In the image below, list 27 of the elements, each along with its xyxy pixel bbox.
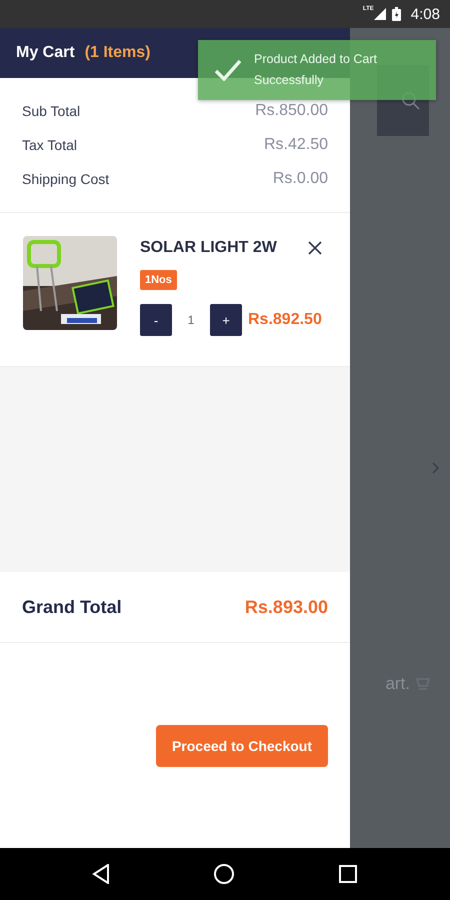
- clock-time: 4:08: [410, 6, 440, 22]
- increase-button[interactable]: +: [210, 304, 242, 336]
- item-price: Rs.892.50: [248, 311, 322, 329]
- close-icon: [308, 241, 322, 255]
- chevron-right-icon: [432, 462, 440, 474]
- cart-title: My Cart: [16, 44, 75, 62]
- remove-button[interactable]: [308, 241, 322, 255]
- unit-badge: 1Nos: [140, 270, 177, 290]
- toast-message: Product Added to Cart Successfully: [254, 51, 378, 89]
- back-icon: [92, 864, 110, 884]
- summary-label: Sub Total: [22, 103, 80, 119]
- summary-value: Rs.0.00: [272, 170, 328, 188]
- home-icon: [212, 863, 235, 885]
- grand-total-value: Rs.893.00: [244, 596, 328, 618]
- battery-icon: [392, 7, 401, 21]
- decrease-button[interactable]: -: [140, 304, 172, 336]
- signal-icon: [374, 8, 386, 20]
- summary-value: Rs.42.50: [264, 136, 328, 154]
- product-name: SOLAR LIGHT 2W: [140, 239, 277, 257]
- quantity-value: 1: [186, 313, 196, 327]
- check-icon: [214, 59, 242, 81]
- recents-icon: [338, 864, 358, 884]
- summary-label: Shipping Cost: [22, 171, 110, 187]
- summary-label: Tax Total: [22, 137, 77, 153]
- item-count: (1 Items): [84, 44, 150, 62]
- summary-value: Rs.850.00: [255, 102, 328, 120]
- grand-total-label: Grand Total: [22, 596, 122, 618]
